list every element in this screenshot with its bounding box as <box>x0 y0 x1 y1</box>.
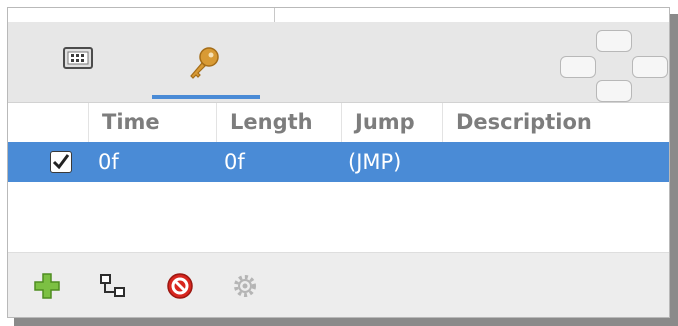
settings-icon <box>234 275 256 297</box>
bottom-toolbar <box>8 252 669 317</box>
active-tab-indicator <box>152 95 260 99</box>
tab-info[interactable] <box>24 22 132 102</box>
top-divider <box>274 8 275 22</box>
link-button[interactable] <box>98 271 128 301</box>
navigation-cluster <box>560 30 668 106</box>
tab-bar <box>8 22 669 103</box>
column-header-length[interactable]: Length <box>216 103 341 142</box>
delete-icon <box>167 273 193 299</box>
cell-description[interactable] <box>442 142 669 182</box>
key-icon <box>190 47 219 79</box>
row-checkbox[interactable] <box>50 151 72 173</box>
checkmark-icon <box>52 154 70 170</box>
column-header-jump[interactable]: Jump <box>341 103 442 142</box>
table-header: Time Length Jump Description <box>8 103 669 143</box>
table-row[interactable]: 0f 0f (JMP) <box>8 142 669 182</box>
cell-length: 0f <box>224 150 245 174</box>
add-icon <box>34 273 60 299</box>
settings-button <box>230 271 260 301</box>
nav-left-button[interactable] <box>560 56 596 78</box>
cell-jump: (JMP) <box>348 150 402 174</box>
column-header-time[interactable]: Time <box>88 103 216 142</box>
add-button[interactable] <box>32 271 62 301</box>
tab-keyframes[interactable] <box>150 22 260 102</box>
delete-button[interactable] <box>165 271 195 301</box>
column-header-checkbox[interactable] <box>8 103 88 142</box>
info-panel-icon <box>63 47 93 69</box>
nav-down-button[interactable] <box>596 80 632 102</box>
nav-right-button[interactable] <box>632 56 668 78</box>
cell-time: 0f <box>98 150 119 174</box>
column-header-description[interactable]: Description <box>442 103 669 142</box>
nav-up-button[interactable] <box>596 30 632 52</box>
keyframe-panel: Time Length Jump Description 0f 0f (JMP) <box>7 7 670 318</box>
link-icon <box>100 274 125 297</box>
